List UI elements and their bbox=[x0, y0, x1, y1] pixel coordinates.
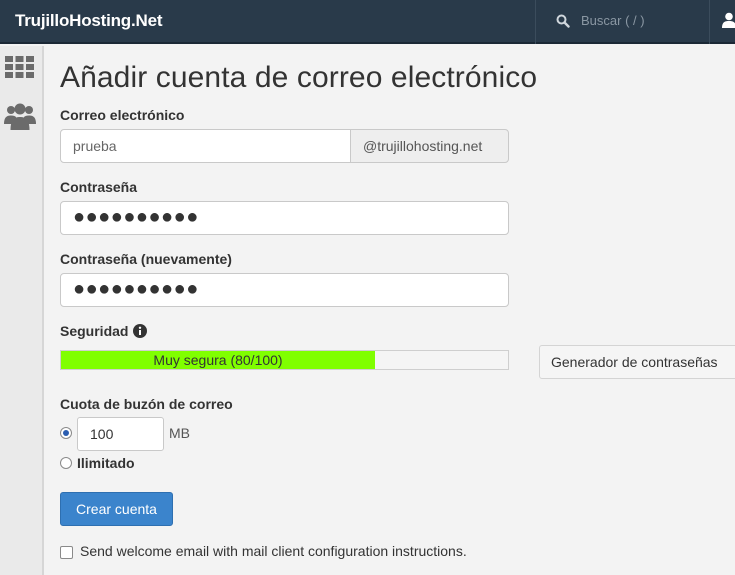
quota-unit: MB bbox=[169, 425, 190, 441]
password-strength-meter: Muy segura (80/100) bbox=[60, 350, 509, 370]
user-icon[interactable] bbox=[722, 12, 735, 28]
grid-icon[interactable] bbox=[5, 56, 34, 78]
unlimited-label[interactable]: Ilimitado bbox=[77, 455, 135, 471]
password-label: Contraseña bbox=[60, 179, 138, 195]
password-generator-button[interactable]: Generador de contraseñas bbox=[539, 345, 735, 379]
brand-logo[interactable]: TrujilloHosting.Net bbox=[15, 11, 163, 31]
page-title: Añadir cuenta de correo electrónico bbox=[60, 61, 538, 94]
welcome-email-checkbox[interactable] bbox=[60, 546, 73, 559]
sidebar bbox=[0, 46, 44, 575]
password-confirm-field[interactable]: ●●●●●●●●●● bbox=[60, 273, 509, 307]
search-input[interactable]: Buscar ( / ) bbox=[581, 13, 645, 28]
top-bar: TrujilloHosting.Net Buscar ( / ) bbox=[0, 0, 735, 44]
quota-unlimited-radio[interactable] bbox=[60, 457, 72, 469]
password-confirm-label: Contraseña (nuevamente) bbox=[60, 251, 232, 267]
quota-input[interactable]: 100 bbox=[77, 417, 164, 451]
quota-label: Cuota de buzón de correo bbox=[60, 396, 233, 412]
search-box[interactable]: Buscar ( / ) bbox=[535, 0, 710, 44]
security-label: Seguridad bbox=[60, 323, 129, 339]
strength-text: Muy segura (80/100) bbox=[153, 352, 283, 368]
search-icon bbox=[556, 14, 570, 28]
users-icon[interactable] bbox=[4, 102, 36, 130]
email-label: Correo electrónico bbox=[60, 107, 185, 123]
email-field[interactable]: prueba bbox=[60, 129, 351, 163]
info-icon[interactable] bbox=[133, 324, 147, 338]
quota-limited-radio[interactable] bbox=[60, 427, 72, 439]
create-account-button[interactable]: Crear cuenta bbox=[60, 492, 173, 526]
welcome-email-label[interactable]: Send welcome email with mail client conf… bbox=[80, 543, 467, 559]
email-domain-addon: @trujillohosting.net bbox=[350, 129, 509, 163]
password-field[interactable]: ●●●●●●●●●● bbox=[60, 201, 509, 235]
